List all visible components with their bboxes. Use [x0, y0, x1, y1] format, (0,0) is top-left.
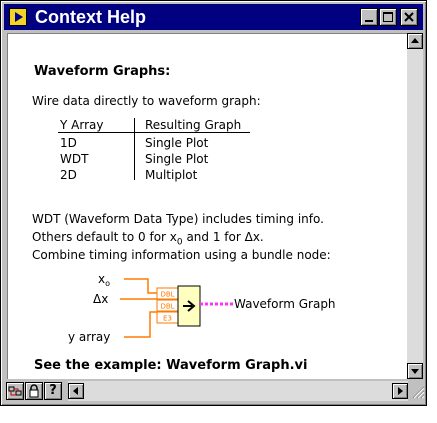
y-array-wire	[124, 311, 157, 338]
default-values-text-pre: Others default to 0 for x	[32, 230, 177, 244]
wdt-description: WDT (Waveform Data Type) includes timing…	[32, 212, 324, 226]
input-x0-label: xo	[98, 272, 110, 288]
help-heading: Waveform Graphs:	[34, 64, 171, 79]
context-help-window: Context Help Waveform Graphs: Wire data …	[0, 0, 427, 406]
table-cell: WDT	[60, 152, 89, 166]
context-help-app-icon	[9, 8, 27, 26]
example-link[interactable]: See the example: Waveform Graph.vi	[34, 358, 307, 373]
close-icon	[404, 12, 414, 22]
table-header-y-array: Y Array	[60, 118, 104, 132]
table-cell: 1D	[60, 136, 77, 150]
table-column-divider	[134, 118, 135, 180]
detailed-help-button[interactable]: ?	[44, 382, 62, 400]
input-y-array-label: y array	[68, 330, 110, 344]
scroll-right-button[interactable]	[392, 383, 408, 399]
resize-grip-icon[interactable]	[409, 383, 425, 399]
horizontal-scrollbar[interactable]	[68, 381, 408, 401]
close-button[interactable]	[400, 8, 418, 26]
lock-help-button[interactable]	[25, 382, 43, 400]
maximize-button[interactable]	[379, 8, 397, 26]
title-bar[interactable]: Context Help	[4, 4, 423, 30]
bundle-node-diagram: xo Δx y array DBL DBL E3 Waveform Graph	[68, 272, 336, 344]
help-content: Waveform Graphs: Wire data directly to w…	[7, 33, 407, 379]
lock-icon	[29, 384, 39, 398]
table-cell: Single Plot	[145, 136, 209, 150]
show-optional-terminals-button[interactable]	[6, 382, 24, 400]
table-cell: Multiplot	[145, 168, 198, 182]
table-cell: Single Plot	[145, 152, 209, 166]
vertical-scrollbar[interactable]	[407, 33, 423, 379]
y-array-terminal-type: E3	[163, 315, 172, 323]
scroll-up-button[interactable]	[407, 33, 423, 49]
x0-terminal-type: DBL	[160, 291, 174, 299]
dx-terminal-type: DBL	[160, 303, 174, 311]
table-cell: 2D	[60, 168, 77, 182]
default-values-text: Others default to 0 for x0 and 1 for Δx.	[32, 230, 264, 247]
scroll-left-button[interactable]	[68, 383, 84, 399]
help-toolbar: ?	[4, 381, 425, 401]
minimize-button[interactable]	[360, 8, 378, 26]
table-header-resulting-graph: Resulting Graph	[145, 118, 242, 132]
block-diagram-icon	[8, 386, 22, 396]
default-values-text-post: and 1 for Δx.	[182, 230, 264, 244]
window-title: Context Help	[35, 7, 147, 27]
input-dx-label: Δx	[93, 292, 108, 306]
bundle-instruction: Combine timing information using a bundl…	[32, 248, 331, 262]
scroll-down-button[interactable]	[407, 363, 423, 379]
output-waveform-graph-label: Waveform Graph	[234, 297, 336, 311]
x0-wire	[124, 278, 157, 294]
help-intro: Wire data directly to waveform graph:	[32, 94, 261, 108]
table-header-divider	[58, 132, 250, 133]
